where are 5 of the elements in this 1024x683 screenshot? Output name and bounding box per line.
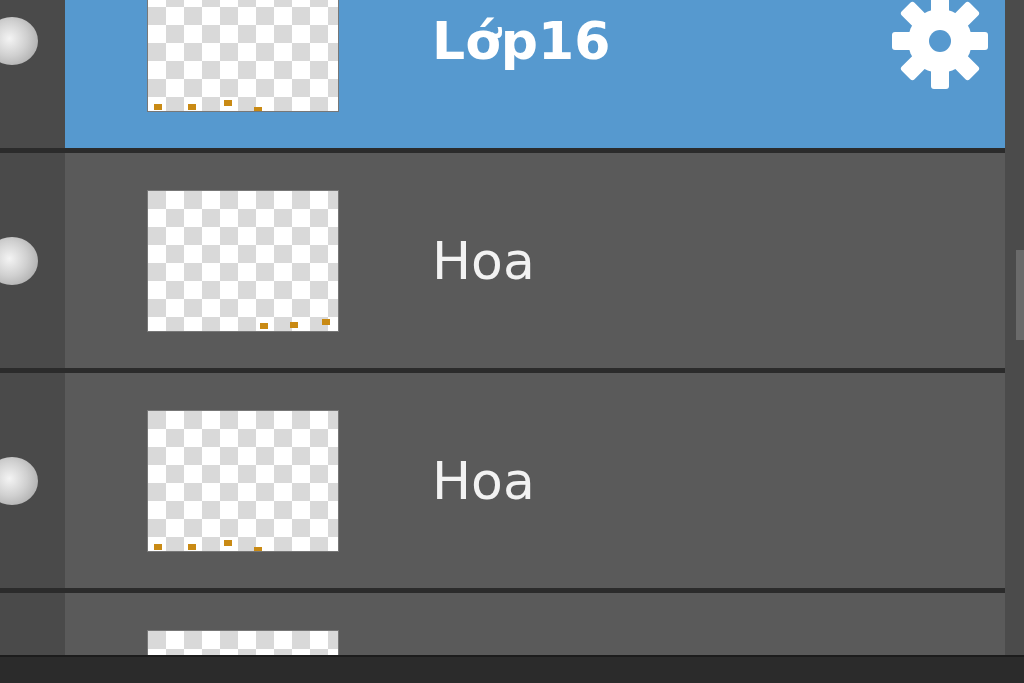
layer-name: Lớp16 xyxy=(432,10,612,71)
layer-name: Hoa xyxy=(432,230,536,291)
layer-row[interactable]: Hoa xyxy=(65,153,1005,368)
layer-row[interactable]: Hoa xyxy=(65,373,1005,588)
layer-name: Hoa xyxy=(432,450,536,511)
